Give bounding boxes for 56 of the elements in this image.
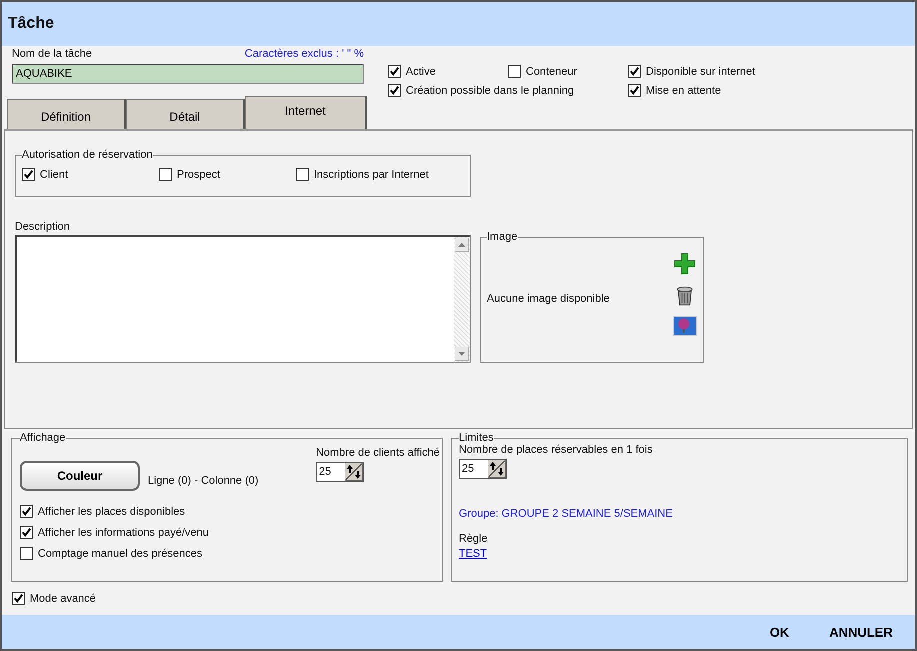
group-title: Image xyxy=(487,231,518,243)
rule-link[interactable]: TEST xyxy=(459,548,488,560)
checkbox-label[interactable]: Comptage manuel des présences xyxy=(38,548,202,560)
color-button[interactable]: Couleur xyxy=(20,461,140,491)
scroll-up-icon[interactable] xyxy=(455,238,469,252)
checkbox-label[interactable]: Afficher les informations payé/venu xyxy=(38,526,209,538)
checkbox-label[interactable]: Inscriptions par Internet xyxy=(314,168,429,180)
checkbox-label[interactable]: Création possible dans le planning xyxy=(406,84,574,96)
checkbox-label[interactable]: Client xyxy=(40,168,68,180)
task-name-field[interactable]: AQUABIKE xyxy=(12,64,364,84)
tab[interactable]: Détail xyxy=(126,99,245,130)
checkbox[interactable] xyxy=(388,65,401,78)
checkbox[interactable] xyxy=(388,84,401,97)
field-label: Nom de la tâche xyxy=(12,48,92,60)
group-text: Groupe: GROUPE 2 SEMAINE 5/SEMAINE xyxy=(459,508,673,520)
image-icon[interactable] xyxy=(673,316,697,336)
dialog-button[interactable]: OK xyxy=(760,620,800,644)
field-label: Nombre de clients affiché xyxy=(316,447,440,459)
description-field[interactable] xyxy=(15,235,471,363)
field-label: Description xyxy=(15,221,72,233)
checkbox[interactable] xyxy=(22,168,35,181)
checkbox[interactable] xyxy=(20,547,33,560)
scrollbar[interactable] xyxy=(454,237,470,362)
field-label: Règle xyxy=(459,533,488,545)
checkbox[interactable] xyxy=(12,592,25,605)
add-icon[interactable] xyxy=(673,252,697,276)
checkbox-label[interactable]: Afficher les places disponibles xyxy=(38,506,186,518)
checkbox-label[interactable]: Disponible sur internet xyxy=(646,66,756,78)
checkbox[interactable] xyxy=(20,505,33,518)
group-title: Affichage xyxy=(20,432,66,444)
checkbox[interactable] xyxy=(628,65,641,78)
position-text: Ligne (0) - Colonne (0) xyxy=(148,475,259,487)
field-label: Nombre de places réservables en 1 fois xyxy=(459,444,653,456)
tab[interactable]: Définition xyxy=(7,99,126,130)
spin-arrows-icon[interactable] xyxy=(345,463,364,481)
hint-text: Caractères exclus : ' " % xyxy=(244,48,364,60)
window-title: Tâche xyxy=(8,15,54,33)
spin-arrows-icon[interactable] xyxy=(488,460,506,478)
dialog-button[interactable]: ANNULER xyxy=(819,620,903,644)
checkbox[interactable] xyxy=(628,84,641,97)
places-spinner[interactable]: 25 xyxy=(459,459,507,479)
checkbox-label[interactable]: Mode avancé xyxy=(30,592,96,604)
tab[interactable]: Internet xyxy=(245,96,367,130)
scroll-down-icon[interactable] xyxy=(455,347,469,361)
checkbox-label[interactable]: Prospect xyxy=(177,168,220,180)
empty-message: Aucune image disponible xyxy=(487,293,610,305)
checkbox[interactable] xyxy=(159,168,172,181)
checkbox-label[interactable]: Active xyxy=(406,66,436,78)
checkbox[interactable] xyxy=(20,526,33,539)
group-title: Limites xyxy=(459,432,494,444)
checkbox-label[interactable]: Mise en attente xyxy=(646,84,722,96)
checkbox[interactable] xyxy=(296,168,309,181)
checkbox[interactable] xyxy=(508,65,521,78)
client-count-spinner[interactable]: 25 xyxy=(316,462,364,482)
checkbox-label[interactable]: Conteneur xyxy=(526,66,578,78)
group-title: Autorisation de réservation xyxy=(22,149,153,161)
